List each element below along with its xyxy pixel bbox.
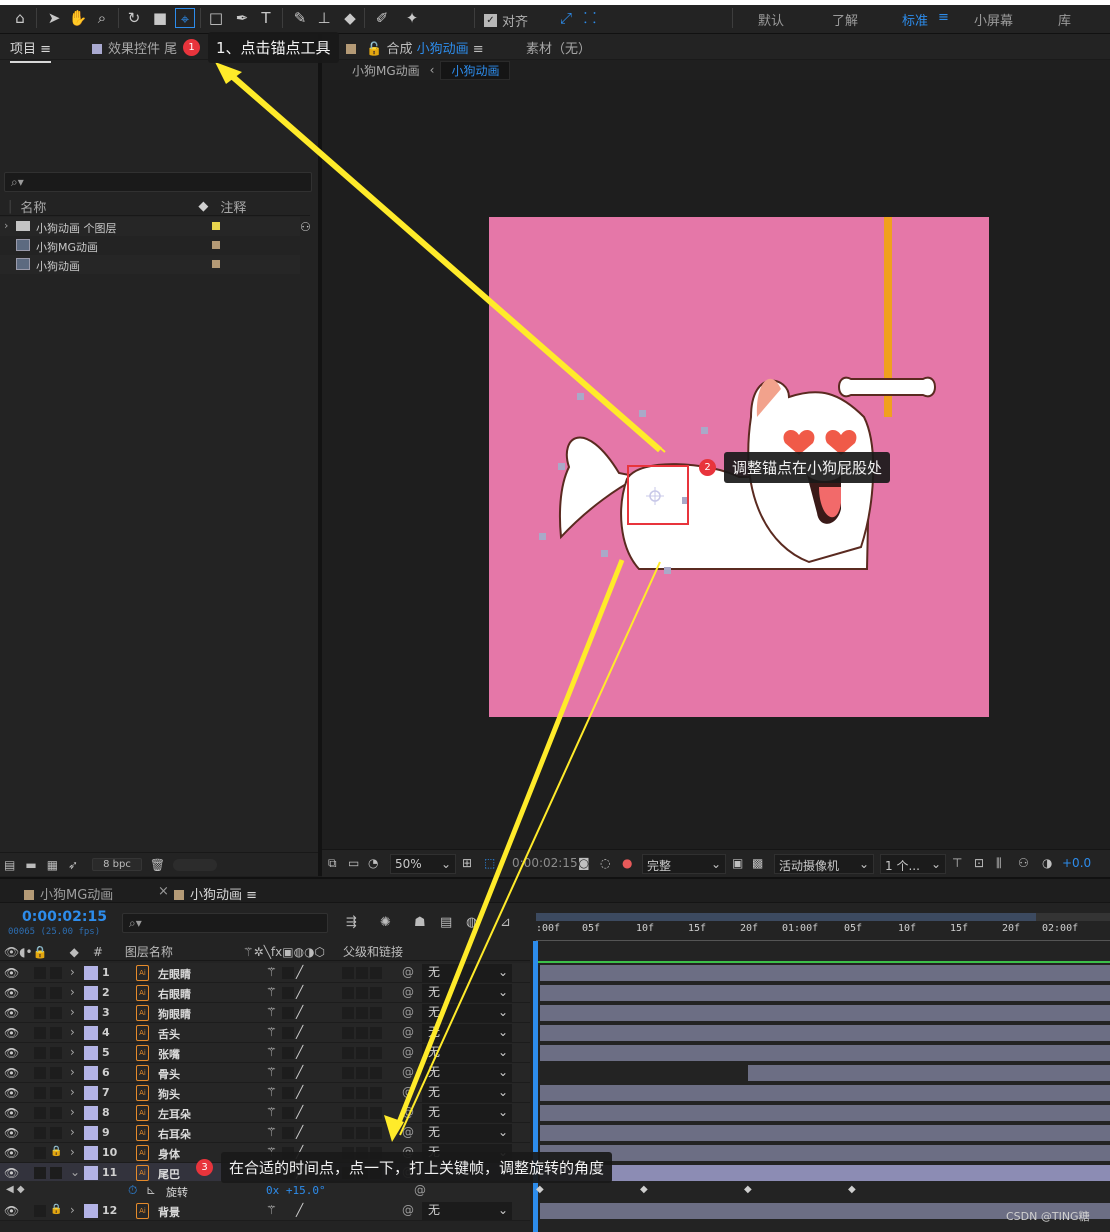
step-badge: 1 [183, 39, 200, 56]
annotation-arrow-1 [230, 73, 662, 453]
step-badge: 2 [699, 459, 716, 476]
annotation-step-3: 3 在合适的时间点，点一下，打上关键帧，调整旋转的角度 [196, 1152, 613, 1183]
annotation-step-1: 1 1、点击锚点工具 [183, 32, 339, 63]
watermark: CSDN @TING糖 [1006, 1210, 1090, 1223]
step-badge: 3 [196, 1159, 213, 1176]
annotation-arrow-2 [393, 559, 625, 1131]
annotation-line-2 [399, 561, 661, 1136]
annotation-step-2: 2 调整锚点在小狗屁股处 [699, 452, 891, 483]
step-1-text: 1、点击锚点工具 [208, 32, 339, 63]
annotation-arrows [215, 62, 666, 1142]
step-2-text: 调整锚点在小狗屁股处 [724, 452, 891, 483]
step-3-text: 在合适的时间点，点一下，打上关键帧，调整旋转的角度 [221, 1152, 613, 1183]
